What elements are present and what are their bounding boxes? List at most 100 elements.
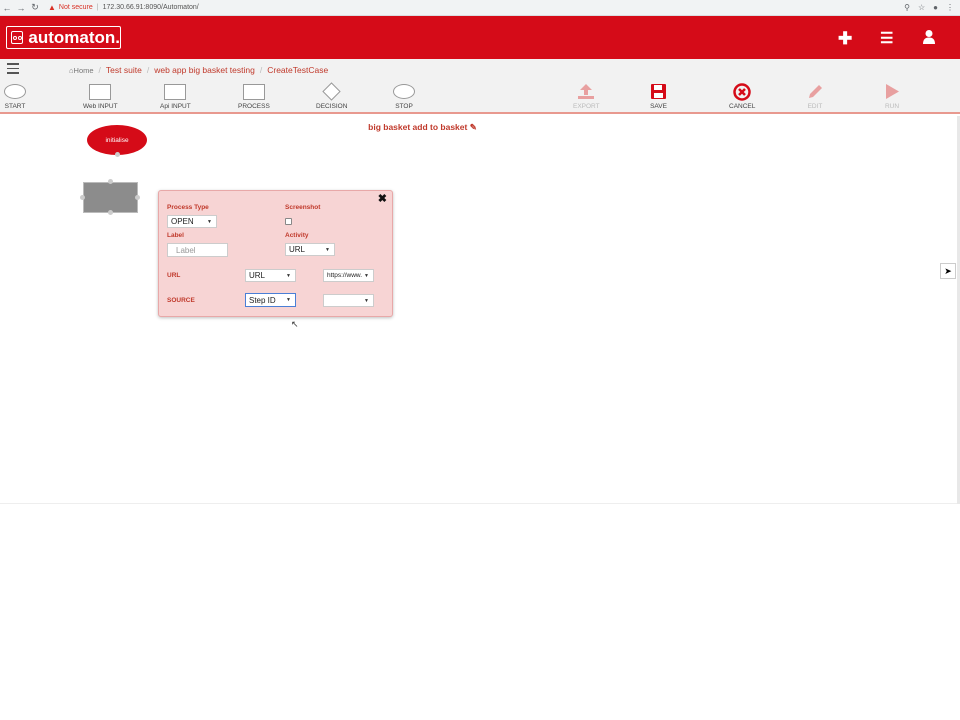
- user-icon[interactable]: [922, 29, 936, 50]
- process-properties-popup: ✖ Process Type OPEN ▼ Screenshot Label L…: [158, 190, 393, 317]
- connector-dot[interactable]: [108, 210, 113, 215]
- tool-start-label: START: [4, 103, 26, 110]
- screenshot-checkbox[interactable]: [285, 218, 292, 225]
- save-label: SAVE: [650, 103, 667, 110]
- breadcrumb-home[interactable]: Home: [74, 66, 94, 75]
- test-case-title-text: big basket add to basket: [368, 122, 468, 132]
- breadcrumb-project[interactable]: web app big basket testing: [154, 65, 255, 75]
- browser-bar: ← → ↻ ▲ Not secure | 172.30.66.91:8090/A…: [0, 0, 960, 16]
- process-type-label: Process Type: [167, 204, 209, 211]
- address-bar[interactable]: 172.30.66.91:8090/Automaton/: [103, 4, 199, 11]
- menu-icon[interactable]: ☰: [880, 29, 893, 47]
- tool-web-input[interactable]: Web INPUT: [83, 83, 118, 110]
- stop-shape-icon: [393, 84, 415, 99]
- tool-stop[interactable]: STOP: [393, 83, 415, 110]
- label-input[interactable]: Label: [167, 243, 228, 257]
- chevron-down-icon: ▼: [207, 218, 212, 225]
- brand-name: automaton.: [28, 27, 120, 47]
- expand-panel-button[interactable]: ➤: [940, 263, 956, 279]
- url-row-label: URL: [167, 272, 181, 279]
- chevron-right-icon: ➤: [944, 265, 952, 276]
- export-icon: [578, 84, 595, 99]
- reload-icon[interactable]: ↻: [28, 2, 42, 13]
- tool-process[interactable]: PROCESS: [238, 83, 270, 110]
- save-icon: [651, 84, 666, 99]
- breadcrumb: ⌂ Home / Test suite / web app big basket…: [69, 65, 328, 75]
- source-type-select[interactable]: Step ID ▼: [245, 293, 296, 307]
- breadcrumb-separator: /: [259, 65, 263, 75]
- back-icon[interactable]: ←: [0, 3, 14, 13]
- connector-dot[interactable]: [135, 195, 140, 200]
- tool-start[interactable]: START: [4, 83, 26, 110]
- zoom-icon[interactable]: ⚲: [904, 3, 910, 12]
- process-node[interactable]: [83, 182, 138, 213]
- edit-label: EDIT: [807, 103, 823, 110]
- chevron-down-icon: ▼: [286, 297, 291, 303]
- process-type-select[interactable]: OPEN ▼: [167, 215, 217, 228]
- chevron-down-icon: ▼: [364, 297, 369, 304]
- breadcrumb-bar: ⌂ Home / Test suite / web app big basket…: [0, 59, 960, 80]
- start-shape-icon: [4, 84, 26, 99]
- profile-icon[interactable]: ●: [933, 3, 938, 12]
- source-type-value: Step ID: [249, 295, 276, 305]
- url-separator: |: [96, 4, 99, 11]
- play-icon: [886, 84, 899, 99]
- cancel-icon: [733, 82, 751, 101]
- chevron-down-icon: ▼: [325, 246, 330, 253]
- process-shape-icon: [242, 83, 265, 100]
- sidebar-toggle-icon[interactable]: [7, 63, 19, 77]
- more-icon[interactable]: ⋮: [946, 3, 954, 12]
- export-button[interactable]: EXPORT: [573, 83, 600, 110]
- star-icon[interactable]: ☆: [918, 3, 925, 12]
- activity-label: Activity: [285, 232, 309, 239]
- tool-decision[interactable]: DECISION: [316, 82, 348, 110]
- connector-dot[interactable]: [80, 195, 85, 200]
- edit-title-icon[interactable]: ✎: [470, 122, 477, 132]
- activity-select[interactable]: URL ▼: [285, 243, 335, 256]
- tool-process-label: PROCESS: [238, 103, 270, 110]
- chevron-down-icon: ▼: [364, 272, 369, 279]
- run-label: RUN: [884, 103, 900, 110]
- brand-logo[interactable]: automaton.: [6, 26, 121, 49]
- label-field-label: Label: [167, 232, 184, 239]
- save-button[interactable]: SAVE: [650, 83, 667, 110]
- connector-dot[interactable]: [108, 179, 113, 184]
- mouse-cursor-icon: ↖: [291, 319, 299, 329]
- tool-stop-label: STOP: [395, 103, 413, 110]
- cancel-button[interactable]: CANCEL: [729, 82, 756, 110]
- chevron-down-icon: ▼: [286, 272, 291, 279]
- web-input-shape-icon: [89, 83, 112, 100]
- activity-value: URL: [289, 245, 306, 254]
- initialise-node-label: initialise: [105, 136, 129, 144]
- forward-icon[interactable]: →: [14, 3, 28, 13]
- flow-canvas[interactable]: big basket add to basket ✎ initialise ➤: [0, 116, 960, 504]
- flow-toolbar: START Web INPUT Api INPUT PROCESS DECISI…: [0, 80, 960, 114]
- decision-shape-icon: [322, 82, 341, 101]
- app-header: automaton. ✚ ☰: [0, 16, 960, 59]
- initialise-node[interactable]: initialise: [87, 125, 147, 155]
- run-button[interactable]: RUN: [884, 83, 900, 110]
- process-type-value: OPEN: [171, 217, 194, 226]
- source-value-select[interactable]: ▼: [323, 294, 374, 307]
- not-secure-label: Not secure: [58, 4, 93, 11]
- connector-dot[interactable]: [115, 152, 120, 157]
- edit-button[interactable]: EDIT: [806, 83, 824, 110]
- tool-web-input-label: Web INPUT: [83, 103, 118, 110]
- tool-api-input-label: Api INPUT: [160, 103, 191, 110]
- url-type-select[interactable]: URL ▼: [245, 269, 296, 282]
- tool-api-input[interactable]: Api INPUT: [160, 83, 191, 110]
- close-icon[interactable]: ✖: [378, 192, 387, 205]
- robot-icon: [11, 31, 24, 44]
- breadcrumb-separator: /: [98, 65, 101, 75]
- cancel-label: CANCEL: [729, 103, 756, 110]
- tool-decision-label: DECISION: [316, 103, 348, 110]
- url-value-select[interactable]: https://www. ▼: [323, 269, 374, 282]
- add-icon[interactable]: ✚: [838, 29, 852, 49]
- label-input-placeholder: Label: [176, 245, 196, 255]
- url-type-value: URL: [249, 271, 266, 280]
- export-label: EXPORT: [573, 103, 600, 110]
- api-input-shape-icon: [164, 83, 187, 100]
- screenshot-label: Screenshot: [285, 204, 321, 211]
- breadcrumb-current[interactable]: CreateTestCase: [267, 65, 328, 75]
- breadcrumb-test-suite[interactable]: Test suite: [106, 65, 142, 75]
